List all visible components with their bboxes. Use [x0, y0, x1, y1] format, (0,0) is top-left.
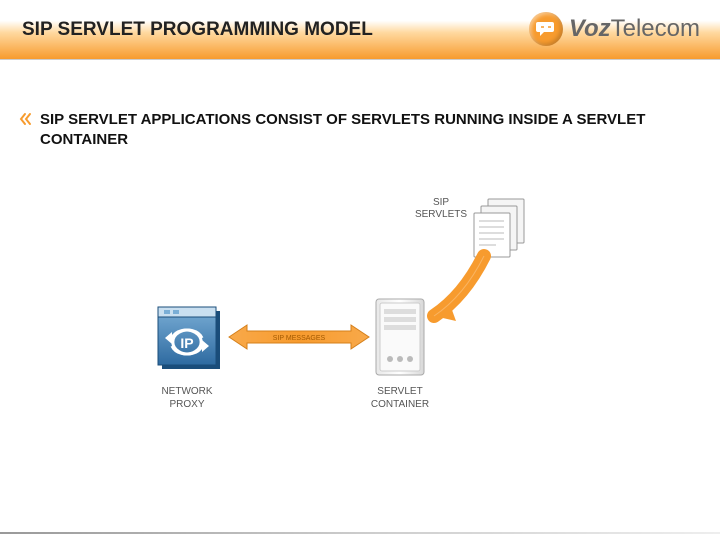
sip-messages-label: SIP MESSAGES [273, 335, 326, 342]
slide-content: SIP SERVLET APPLICATIONS CONSIST OF SERV… [0, 60, 720, 441]
slide-header: SIP SERVLET PROGRAMMING MODEL VozTelecom [0, 0, 720, 60]
architecture-diagram: SIP SERVLETS [18, 191, 690, 441]
bullet-text: SIP SERVLET APPLICATIONS CONSIST OF SERV… [40, 110, 690, 151]
curved-arrow-icon [434, 256, 484, 321]
servlet-container-label-l2: CONTAINER [371, 399, 429, 410]
network-proxy-label-l1: NETWORK [161, 386, 212, 397]
sip-servlets-label-l1: SIP [433, 197, 449, 208]
double-arrow-icon: SIP MESSAGES [229, 325, 369, 349]
brand-suffix: Telecom [611, 15, 700, 42]
chevron-left-double-icon [18, 112, 32, 131]
slide-title: SIP SERVLET PROGRAMMING MODEL [0, 19, 373, 41]
speech-bubble-icon [529, 12, 563, 46]
network-proxy-icon: IP [158, 307, 220, 369]
ip-label: IP [180, 335, 193, 351]
footer-divider [0, 532, 720, 534]
sip-servlets-label-l2: SERVLETS [415, 209, 467, 220]
documents-icon [474, 199, 524, 257]
servlet-container-label-l1: SERVLET [377, 386, 422, 397]
brand-logo: VozTelecom [529, 12, 700, 46]
brand-name: VozTelecom [569, 15, 700, 43]
network-proxy-label-l2: PROXY [169, 399, 204, 410]
server-icon [376, 299, 424, 375]
bullet-item: SIP SERVLET APPLICATIONS CONSIST OF SERV… [18, 110, 690, 151]
brand-prefix: Voz [569, 15, 611, 42]
